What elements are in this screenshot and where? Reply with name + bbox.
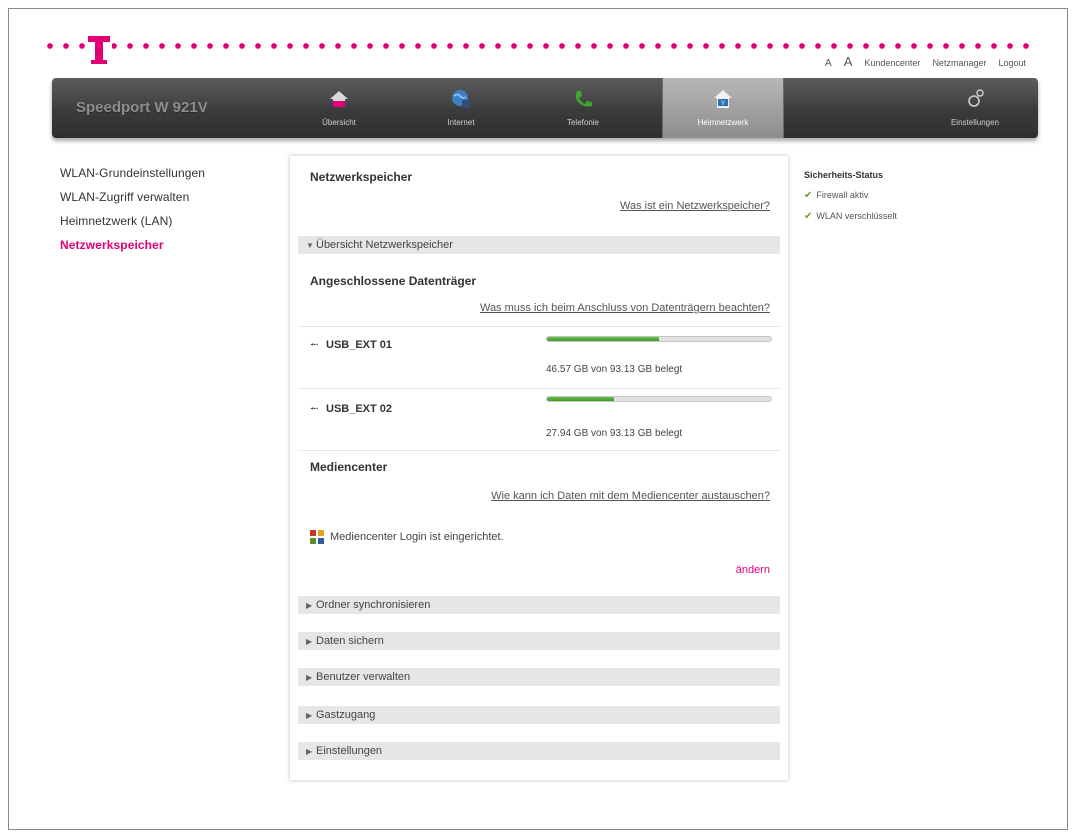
change-link[interactable]: ändern <box>736 564 770 576</box>
phone-icon <box>575 91 592 107</box>
font-size-large-button[interactable]: A <box>844 54 853 69</box>
chevron-right-icon: ▶ <box>306 747 313 756</box>
accordion-label: Übersicht Netzwerkspeicher <box>316 239 453 251</box>
tab-uebersicht[interactable]: Übersicht <box>278 78 400 138</box>
mediencenter-icon <box>310 530 324 544</box>
security-status-title: Sicherheits-Status <box>804 170 884 180</box>
settings-icon <box>968 89 984 107</box>
sidebar-item-wlan-grundeinstellungen[interactable]: WLAN-Grundeinstellungen <box>60 166 280 180</box>
accordion-label: Ordner synchronisieren <box>316 599 431 611</box>
network-icon: Y <box>714 90 732 108</box>
chevron-right-icon: ▶ <box>306 601 313 610</box>
accordion-label: Einstellungen <box>316 745 383 757</box>
tab-label: Einstellungen <box>950 118 1000 127</box>
accordion-daten-sichern[interactable]: ▶ Daten sichern <box>298 632 780 650</box>
check-icon: ✔ <box>804 211 813 222</box>
usage-text: 46.57 GB von 93.13 GB belegt <box>546 364 683 375</box>
accordion-label: Daten sichern <box>316 635 384 647</box>
logout-link[interactable]: Logout <box>998 58 1026 68</box>
usage-bar-fill <box>547 337 659 341</box>
main-navigation: Speedport W 921V Übersicht Internet Tele… <box>52 78 1038 138</box>
overview-accordion[interactable]: ▼ Übersicht Netzwerkspeicher <box>298 236 780 254</box>
accordion-ordner-synchronisieren[interactable]: ▶ Ordner synchronisieren <box>298 596 780 614</box>
device-name: USB_EXT 02 <box>326 403 393 415</box>
usb-icon: ⭪ <box>310 403 319 415</box>
accordion-label: Gastzugang <box>316 709 376 721</box>
sidebar-item-netzwerkspeicher[interactable]: Netzwerkspeicher <box>60 238 280 252</box>
page-title: Netzwerkspeicher <box>310 170 413 184</box>
mediencenter-status-text: Mediencenter Login ist eingerichtet. <box>330 531 504 543</box>
sidebar-item-heimnetzwerk-lan[interactable]: Heimnetzwerk (LAN) <box>60 214 280 228</box>
telekom-logo <box>86 26 112 66</box>
home-icon <box>330 91 348 107</box>
tab-heimnetzwerk[interactable]: Y Heimnetzwerk <box>662 78 784 138</box>
device-row: ⭪ USB_EXT 02 <box>310 400 392 419</box>
sidebar: WLAN-Grundeinstellungen WLAN-Zugriff ver… <box>60 166 280 262</box>
chevron-right-icon: ▶ <box>306 673 313 682</box>
tab-telefonie[interactable]: Telefonie <box>522 78 644 138</box>
tab-einstellungen[interactable]: Einstellungen <box>914 78 1036 138</box>
kundencenter-link[interactable]: Kundencenter <box>864 58 920 68</box>
font-size-small-button[interactable]: A <box>825 58 832 69</box>
accordion-label: Benutzer verwalten <box>316 671 411 683</box>
tab-label: Internet <box>447 118 475 127</box>
svg-text:Y: Y <box>721 101 725 107</box>
chevron-down-icon: ▼ <box>306 241 314 250</box>
divider <box>298 326 780 327</box>
tab-label: Telefonie <box>566 118 600 127</box>
mediencenter-help-link[interactable]: Wie kann ich Daten mit dem Mediencenter … <box>491 490 770 502</box>
top-links: A A Kundencenter Netzmanager Logout <box>825 54 1026 69</box>
status-label: Firewall aktiv <box>816 190 869 200</box>
netzmanager-link[interactable]: Netzmanager <box>932 58 986 68</box>
mediencenter-title: Mediencenter <box>310 460 388 474</box>
main-panel: Netzwerkspeicher Was ist ein Netzwerkspe… <box>290 156 788 780</box>
globe-icon <box>452 90 470 108</box>
accordion-einstellungen[interactable]: ▶ Einstellungen <box>298 742 780 760</box>
usage-bar-fill <box>547 397 615 401</box>
device-name: USB_EXT 01 <box>326 339 393 351</box>
tab-label: Übersicht <box>322 118 356 127</box>
help-link[interactable]: Was ist ein Netzwerkspeicher? <box>620 200 770 212</box>
devices-help-link[interactable]: Was muss ich beim Anschluss von Datenträ… <box>480 302 770 314</box>
chevron-right-icon: ▶ <box>306 711 313 720</box>
usage-bar <box>546 396 772 402</box>
security-status: Sicherheits-Status ✔ Firewall aktiv ✔ WLAN… <box>804 170 1004 232</box>
chevron-right-icon: ▶ <box>306 637 313 646</box>
brand-dotted-line <box>42 42 1032 50</box>
product-name: Speedport W 921V <box>76 99 208 116</box>
mediencenter-status: Mediencenter Login ist eingerichtet. <box>310 530 504 544</box>
accordion-gastzugang[interactable]: ▶ Gastzugang <box>298 706 780 724</box>
accordion-benutzer-verwalten[interactable]: ▶ Benutzer verwalten <box>298 668 780 686</box>
usb-icon: ⭪ <box>310 339 319 351</box>
status-item: ✔ Firewall aktiv <box>804 190 1004 201</box>
check-icon: ✔ <box>804 190 813 201</box>
status-item: ✔ WLAN verschlüsselt <box>804 211 1004 222</box>
usage-bar <box>546 336 772 342</box>
divider <box>298 450 780 451</box>
tab-label: Heimnetzwerk <box>697 118 749 127</box>
status-label: WLAN verschlüsselt <box>816 211 897 221</box>
device-row: ⭪ USB_EXT 01 <box>310 336 392 355</box>
tab-internet[interactable]: Internet <box>400 78 522 138</box>
usage-text: 27.94 GB von 93.13 GB belegt <box>546 428 683 439</box>
devices-title: Angeschlossene Datenträger <box>310 274 477 288</box>
divider <box>298 388 780 389</box>
sidebar-item-wlan-zugriff[interactable]: WLAN-Zugriff verwalten <box>60 190 280 204</box>
